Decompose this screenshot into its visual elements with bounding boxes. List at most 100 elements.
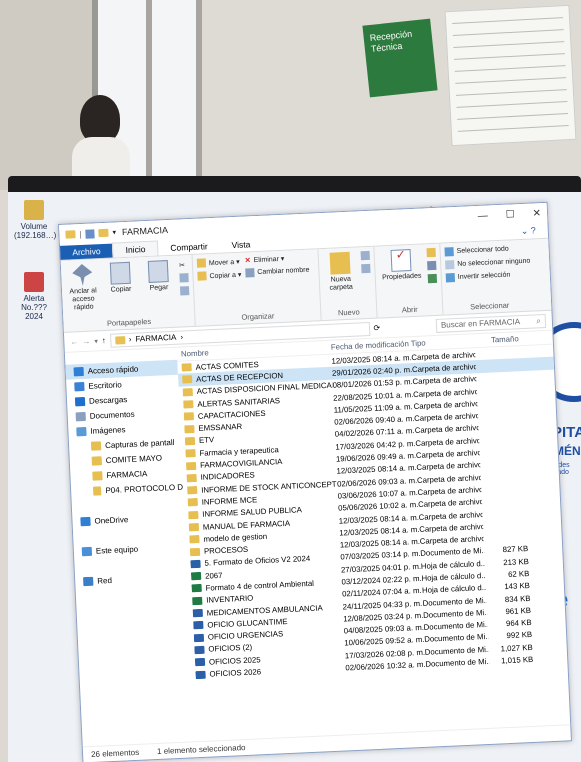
- chevron-down-icon[interactable]: ▾: [112, 228, 116, 236]
- folder-icon: [91, 456, 102, 466]
- file-name: OFICIOS 2025: [208, 655, 261, 667]
- file-size: 964 KB: [505, 618, 532, 629]
- recent-chevron-icon[interactable]: ▾: [94, 337, 98, 345]
- nav-item-label: Red: [97, 575, 113, 586]
- file-size: 1,027 KB: [500, 642, 533, 654]
- nav-item-label: Imágenes: [90, 425, 126, 436]
- nav-icon: [73, 366, 84, 377]
- search-box[interactable]: Buscar en FARMACIA ⌕: [435, 313, 547, 333]
- delete-icon: ✕: [244, 257, 251, 265]
- file-size: [481, 487, 525, 489]
- history-button[interactable]: [427, 273, 438, 284]
- nav-icon: [74, 381, 85, 392]
- spreadsheet-icon: [191, 584, 202, 593]
- minimize-button[interactable]: —: [477, 210, 487, 221]
- file-list: Nombre Fecha de modificación Tipo Tamaño…: [176, 330, 571, 748]
- folder-icon: [114, 335, 126, 345]
- navigation-pane: Acceso rápido Escritorio Descargas Document…: [65, 348, 195, 753]
- select-none-button[interactable]: No seleccionar ninguno: [445, 257, 531, 270]
- file-type: Documento de Mi...: [425, 656, 490, 669]
- paste-label: Pegar: [149, 284, 169, 292]
- copy-to-icon: [197, 271, 207, 281]
- breadcrumb-farmacia[interactable]: FARMACIA: [135, 333, 176, 344]
- nav-item-label: Acceso rápido: [87, 364, 139, 376]
- properties-quick-icon[interactable]: [85, 228, 95, 239]
- move-to-button[interactable]: Mover a ▾: [196, 257, 241, 268]
- path-icon: [179, 273, 189, 283]
- paste-button[interactable]: Pegar: [141, 260, 176, 294]
- nav-item-label: FARMACIA: [106, 469, 148, 481]
- new-folder-label: Nueva carpeta: [329, 275, 354, 292]
- paste-icon: [147, 260, 169, 283]
- folder-icon: [90, 441, 102, 451]
- group-seleccionar: Seleccionar todo No seleccionar ninguno …: [440, 239, 536, 314]
- tab-inicio[interactable]: Inicio: [112, 240, 159, 258]
- file-size: [483, 512, 527, 514]
- folder-icon: [189, 535, 200, 544]
- folder-icon: [92, 471, 103, 481]
- folder-icon: [183, 412, 195, 421]
- tab-vista[interactable]: Vista: [219, 237, 262, 253]
- word-document-icon: [195, 670, 206, 679]
- folder-icon: [188, 522, 200, 532]
- breadcrumb-sep: ›: [128, 334, 132, 344]
- refresh-icon[interactable]: ⟳: [373, 323, 380, 332]
- easy-access-button[interactable]: [361, 263, 371, 274]
- cut-button[interactable]: ✂: [179, 261, 188, 269]
- close-button[interactable]: ✕: [532, 208, 541, 219]
- pin-quick-access-button[interactable]: Anclar al acceso rápido: [65, 263, 101, 312]
- up-arrow-icon[interactable]: ↑: [102, 336, 106, 345]
- copy-icon: [109, 261, 131, 285]
- file-size: 1,015 KB: [500, 654, 534, 666]
- desktop-icon-label: Alerta No.??? 2024: [21, 294, 47, 321]
- new-folder-quick-icon[interactable]: [98, 228, 109, 238]
- copy-button[interactable]: Copiar: [103, 261, 138, 295]
- column-header-size[interactable]: Tamaño: [475, 334, 519, 345]
- file-size: 834 KB: [504, 593, 531, 604]
- nav-item-label: Este equipo: [95, 544, 139, 556]
- paste-shortcut-button[interactable]: [179, 286, 190, 296]
- drive-icon: [24, 200, 44, 220]
- desktop-icon-alerta[interactable]: Alerta No.??? 2024: [14, 272, 54, 321]
- file-name: PROCESOS: [203, 544, 249, 556]
- copy-to-button[interactable]: Copiar a ▾: [197, 270, 242, 281]
- desktop-icon-volume[interactable]: Volume (192.168…): [14, 200, 56, 240]
- window-title: FARMACIA: [121, 225, 169, 238]
- folder-icon: [184, 424, 195, 434]
- maximize-button[interactable]: ☐: [505, 209, 514, 220]
- new-item-button[interactable]: [360, 250, 370, 261]
- column-header-date[interactable]: Fecha de modificación: [331, 339, 411, 352]
- select-all-label: Seleccionar todo: [456, 245, 509, 255]
- pin-icon: [72, 264, 93, 287]
- file-explorer-window: | ▾ FARMACIA — ☐ ✕ Archivo Inicio Compar…: [58, 201, 572, 762]
- help-icon[interactable]: ⌄ ?: [508, 223, 548, 240]
- breadcrumb-sep: ›: [180, 332, 184, 342]
- copy-path-button[interactable]: [179, 273, 189, 283]
- column-header-type[interactable]: Tipo: [411, 336, 475, 348]
- folder-icon: [181, 363, 192, 372]
- edit-button[interactable]: [427, 260, 437, 271]
- folder-icon: [184, 436, 196, 446]
- tab-archivo[interactable]: Archivo: [59, 243, 113, 260]
- new-folder-icon: [329, 251, 351, 275]
- select-all-button[interactable]: Seleccionar todo: [444, 244, 529, 257]
- new-item-icon: [360, 250, 370, 261]
- forward-arrow-icon[interactable]: →: [82, 337, 90, 346]
- folder-icon: [183, 400, 194, 409]
- invert-selection-button[interactable]: Invertir selección: [445, 270, 531, 283]
- file-size: [481, 475, 525, 477]
- group-abrir: ✓ Propiedades Abrir: [374, 243, 444, 318]
- tab-compartir[interactable]: Compartir: [158, 239, 220, 256]
- file-size: [480, 463, 524, 465]
- delete-button[interactable]: ✕ Eliminar ▾: [245, 254, 309, 265]
- toolbar-divider: |: [79, 229, 82, 239]
- file-size: [475, 352, 519, 354]
- rename-button[interactable]: Cambiar nombre: [245, 266, 310, 278]
- open-button[interactable]: [426, 247, 436, 258]
- back-arrow-icon[interactable]: ←: [70, 337, 78, 346]
- search-placeholder: Buscar en FARMACIA: [440, 317, 521, 330]
- select-all-icon: [444, 247, 454, 257]
- properties-button[interactable]: ✓ Propiedades: [379, 247, 424, 282]
- new-folder-button[interactable]: Nueva carpeta: [323, 251, 359, 293]
- file-size: [483, 524, 527, 526]
